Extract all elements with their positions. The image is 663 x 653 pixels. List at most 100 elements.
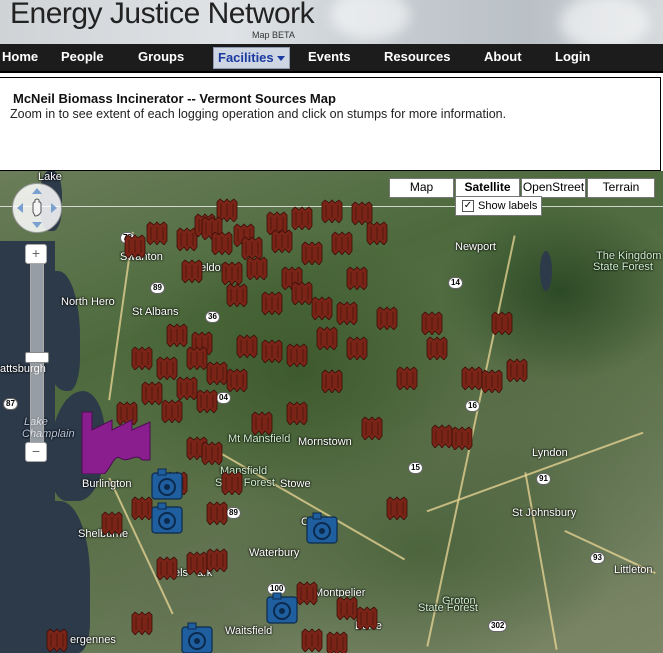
stump-marker[interactable] [45,628,69,652]
stump-marker[interactable] [195,389,219,413]
stump-marker[interactable] [385,496,409,520]
stump-icon [101,511,123,535]
stump-marker[interactable] [205,501,229,525]
satellite-map[interactable]: Lake Swanton Newport The Kingdom State F… [0,171,663,653]
stump-marker[interactable] [505,358,529,382]
stump-icon [181,259,203,283]
site-title[interactable]: Energy Justice Network [10,0,315,31]
stump-marker[interactable] [245,256,269,280]
stump-marker[interactable] [260,339,284,363]
route-shield: 89 [150,282,165,294]
nav-events[interactable]: Events [308,44,351,71]
route-shield: 93 [590,552,605,564]
sawmill-marker[interactable] [180,621,214,653]
stump-marker[interactable] [310,296,334,320]
nav-facilities-label: Facilities [218,50,274,65]
stump-marker[interactable] [155,556,179,580]
stump-icon [246,256,268,280]
stump-icon [211,231,233,255]
stump-marker[interactable] [345,266,369,290]
zoom-slider-thumb[interactable] [25,352,49,363]
zoom-in-button[interactable]: + [25,244,47,264]
nav-about[interactable]: About [484,44,522,71]
stump-marker[interactable] [235,334,259,358]
stump-marker[interactable] [160,399,184,423]
lake-memphremagog [540,251,552,291]
sawmill-marker[interactable] [150,467,184,501]
nav-resources[interactable]: Resources [384,44,450,71]
nav-groups[interactable]: Groups [138,44,184,71]
stump-marker[interactable] [395,366,419,390]
stump-marker[interactable] [250,411,274,435]
stump-marker[interactable] [315,326,339,350]
route-shield: 15 [408,462,423,474]
stump-marker[interactable] [220,471,244,495]
map-type-map[interactable]: Map [389,178,454,198]
stump-marker[interactable] [145,221,169,245]
stump-marker[interactable] [285,343,309,367]
stump-marker[interactable] [425,336,449,360]
zoom-out-button[interactable]: − [25,442,47,462]
stump-icon [426,336,448,360]
stump-marker[interactable] [200,441,224,465]
stump-marker[interactable] [320,199,344,223]
stump-marker[interactable] [225,368,249,392]
sawmill-icon [181,622,213,653]
stump-marker[interactable] [320,369,344,393]
stump-marker[interactable] [285,401,309,425]
show-labels-checkbox[interactable]: ✓ [462,200,474,212]
show-labels-control[interactable]: ✓ Show labels [455,196,542,216]
stump-marker[interactable] [180,259,204,283]
nav-facilities[interactable]: Facilities [213,47,290,69]
stump-marker[interactable] [220,261,244,285]
sawmill-marker[interactable] [305,511,339,545]
pan-control[interactable] [12,183,62,233]
stump-marker[interactable] [345,336,369,360]
stump-icon [396,366,418,390]
stump-marker[interactable] [330,231,354,255]
stump-icon [236,334,258,358]
stump-marker[interactable] [210,231,234,255]
map-type-terrain[interactable]: Terrain [587,178,655,198]
stump-marker[interactable] [420,311,444,335]
stump-icon [451,426,473,450]
stump-marker[interactable] [480,369,504,393]
stump-marker[interactable] [225,283,249,307]
stump-marker[interactable] [375,306,399,330]
stump-marker[interactable] [165,323,189,347]
stump-marker[interactable] [450,426,474,450]
nav-login[interactable]: Login [555,44,590,71]
stump-marker[interactable] [300,241,324,265]
stump-marker[interactable] [130,611,154,635]
factory-marker[interactable] [80,402,152,475]
sawmill-marker[interactable] [265,591,299,625]
stump-marker[interactable] [365,221,389,245]
stump-marker[interactable] [490,311,514,335]
nav-home[interactable]: Home [2,44,38,71]
stump-marker[interactable] [290,206,314,230]
stump-marker[interactable] [205,548,229,572]
sawmill-marker[interactable] [150,501,184,535]
stump-icon [301,241,323,265]
nav-people[interactable]: People [61,44,104,71]
stump-icon [346,266,368,290]
stump-marker[interactable] [360,416,384,440]
place-label: State Forest [593,261,653,273]
stump-marker[interactable] [300,628,324,652]
stump-icon [321,369,343,393]
stump-marker[interactable] [260,291,284,315]
sawmill-icon [151,468,183,500]
stump-marker[interactable] [100,511,124,535]
map-type-satellite[interactable]: Satellite [455,178,520,198]
stump-marker[interactable] [335,301,359,325]
stump-marker[interactable] [355,606,379,630]
map-info-box: McNeil Biomass Incinerator -- Vermont So… [0,77,661,171]
place-label: Waitsfield [225,625,273,637]
stump-marker[interactable] [325,631,349,653]
stump-marker[interactable] [270,229,294,253]
stump-marker[interactable] [130,346,154,370]
stump-marker[interactable] [123,234,147,258]
map-type-openstreet[interactable]: OpenStreet [521,178,586,198]
stump-icon [321,199,343,223]
place-label: Stowe [280,478,311,490]
